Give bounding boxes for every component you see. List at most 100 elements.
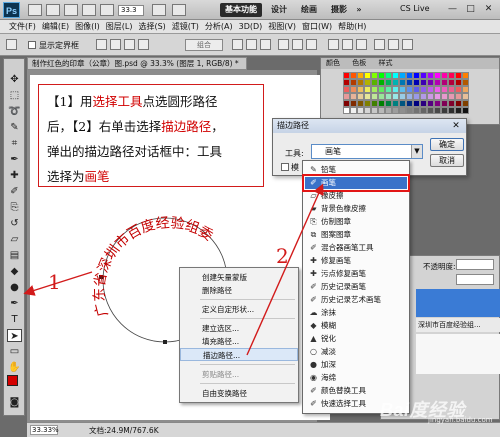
color-swatch[interactable] xyxy=(343,72,350,79)
align-left-icon[interactable] xyxy=(278,39,289,50)
tool-option[interactable]: ✐ 混合器画笔工具 xyxy=(305,242,407,254)
menu-select[interactable]: 选择(S) xyxy=(135,20,168,33)
tool-option[interactable]: ⎘ 仿制图章 xyxy=(305,216,407,228)
color-swatch[interactable] xyxy=(420,79,427,86)
color-swatch[interactable] xyxy=(434,86,441,93)
color-swatch[interactable] xyxy=(441,100,448,107)
color-swatch[interactable] xyxy=(462,100,469,107)
fill-field[interactable] xyxy=(456,274,494,285)
color-swatch[interactable] xyxy=(448,72,455,79)
simulate-pressure-checkbox[interactable] xyxy=(281,163,289,171)
color-swatch[interactable] xyxy=(385,93,392,100)
color-swatch[interactable] xyxy=(371,107,378,114)
color-swatch[interactable] xyxy=(413,79,420,86)
menu-item-create-vector-mask[interactable]: 创建矢量蒙版 xyxy=(180,271,298,284)
color-swatch[interactable] xyxy=(371,93,378,100)
color-swatch[interactable] xyxy=(378,107,385,114)
tool-option[interactable]: ▰ 背景色橡皮擦 xyxy=(305,203,407,215)
document-tab[interactable]: 制作红色的印章（公章）图.psd @ 33.3% (图层 1, RGB/8) *… xyxy=(27,57,247,80)
distribute-middle-icon[interactable] xyxy=(342,39,353,50)
color-swatch[interactable] xyxy=(357,86,364,93)
color-swatch[interactable] xyxy=(455,86,462,93)
color-swatch[interactable] xyxy=(378,100,385,107)
tool-option[interactable]: ● 加深 xyxy=(305,359,407,371)
menu-image[interactable]: 图像(I) xyxy=(72,20,103,33)
swatch-grid[interactable] xyxy=(343,72,475,124)
color-swatch[interactable] xyxy=(385,100,392,107)
color-swatch[interactable] xyxy=(399,86,406,93)
quick-select-tool-icon[interactable]: ✎ xyxy=(7,121,22,134)
minimize-icon[interactable]: — xyxy=(446,3,459,16)
tool-option[interactable]: ○ 减淡 xyxy=(305,346,407,358)
color-swatch[interactable] xyxy=(350,100,357,107)
color-swatch[interactable] xyxy=(392,93,399,100)
color-swatch[interactable] xyxy=(385,79,392,86)
color-swatch[interactable] xyxy=(343,100,350,107)
path-combine-subtract-icon[interactable] xyxy=(110,39,121,50)
arrange-docs-icon[interactable] xyxy=(152,4,166,16)
color-swatch[interactable] xyxy=(441,86,448,93)
align-center-icon[interactable] xyxy=(292,39,303,50)
status-zoom-field[interactable]: 33.33% xyxy=(30,425,59,435)
align-top-icon[interactable] xyxy=(232,39,243,50)
color-swatch[interactable] xyxy=(343,86,350,93)
color-swatch[interactable] xyxy=(371,72,378,79)
history-brush-icon[interactable]: ↺ xyxy=(7,217,22,230)
menu-item-fill-path[interactable]: 填充路径... xyxy=(180,335,298,348)
color-swatch[interactable] xyxy=(392,79,399,86)
color-swatch[interactable] xyxy=(420,86,427,93)
type-tool-icon[interactable]: T xyxy=(7,313,22,326)
cancel-button[interactable]: 取消 xyxy=(430,154,464,167)
color-swatch[interactable] xyxy=(378,86,385,93)
tool-option[interactable]: ✐ 画笔 xyxy=(302,174,410,192)
color-swatch[interactable] xyxy=(371,79,378,86)
distribute-bottom-icon[interactable] xyxy=(356,39,367,50)
move-tool-icon[interactable]: ✥ xyxy=(7,73,22,86)
path-combine-exclude-icon[interactable] xyxy=(138,39,149,50)
color-swatch[interactable] xyxy=(371,100,378,107)
color-swatch[interactable] xyxy=(343,107,350,114)
color-swatch[interactable] xyxy=(364,72,371,79)
color-swatch[interactable] xyxy=(413,72,420,79)
color-swatch[interactable] xyxy=(441,107,448,114)
color-swatch[interactable] xyxy=(378,79,385,86)
color-swatch[interactable] xyxy=(392,107,399,114)
tool-option[interactable]: ⧉ 图案图章 xyxy=(305,229,407,241)
path-select-preset-icon[interactable] xyxy=(6,39,17,50)
marquee-tool-icon[interactable]: ⬚ xyxy=(7,89,22,102)
menu-edit[interactable]: 编辑(E) xyxy=(39,20,72,33)
maximize-icon[interactable]: □ xyxy=(464,3,477,16)
distribute-right-icon[interactable] xyxy=(402,39,413,50)
color-swatch[interactable] xyxy=(364,100,371,107)
color-swatch[interactable] xyxy=(357,79,364,86)
tool-option[interactable]: ✚ 修复画笔 xyxy=(305,255,407,267)
color-swatch[interactable] xyxy=(406,93,413,100)
color-swatch[interactable] xyxy=(420,100,427,107)
color-swatch[interactable] xyxy=(455,107,462,114)
color-swatch[interactable] xyxy=(462,107,469,114)
color-swatch[interactable] xyxy=(434,107,441,114)
color-swatch[interactable] xyxy=(434,93,441,100)
color-swatch[interactable] xyxy=(350,86,357,93)
workspace-design-button[interactable]: 设计 xyxy=(266,3,292,17)
distribute-left-icon[interactable] xyxy=(374,39,385,50)
color-swatch[interactable] xyxy=(399,79,406,86)
shape-tool-icon[interactable]: ▭ xyxy=(7,345,22,358)
layer-row-selected[interactable] xyxy=(416,289,500,317)
color-swatch[interactable] xyxy=(441,72,448,79)
tab-swatches[interactable]: 色板 xyxy=(347,59,371,67)
align-bottom-icon[interactable] xyxy=(260,39,271,50)
workspace-photography-button[interactable]: 摄影 xyxy=(326,3,352,17)
path-combine-add-icon[interactable] xyxy=(96,39,107,50)
color-swatch[interactable] xyxy=(357,100,364,107)
color-swatch[interactable] xyxy=(399,107,406,114)
color-swatch[interactable] xyxy=(350,72,357,79)
color-swatch[interactable] xyxy=(455,93,462,100)
workspace-more-button[interactable]: » xyxy=(354,3,364,17)
tool-option[interactable]: ✎ 铅笔 xyxy=(305,164,407,176)
color-swatch[interactable] xyxy=(455,72,462,79)
color-swatch[interactable] xyxy=(378,93,385,100)
color-swatch[interactable] xyxy=(462,93,469,100)
color-swatch[interactable] xyxy=(406,86,413,93)
healing-tool-icon[interactable]: ✚ xyxy=(7,169,22,182)
